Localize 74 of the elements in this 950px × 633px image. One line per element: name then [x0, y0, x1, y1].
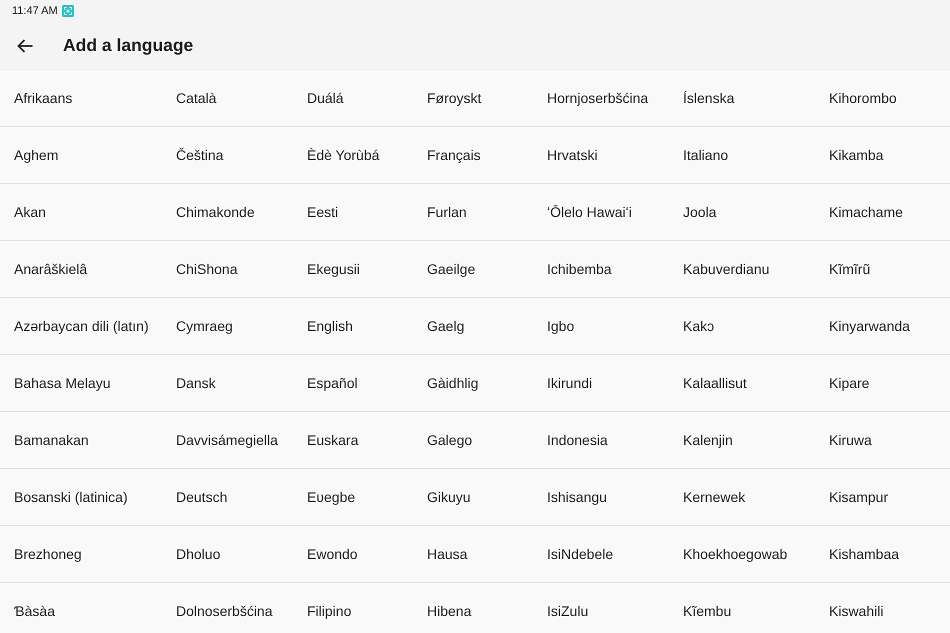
language-item[interactable]: Aghem — [0, 127, 162, 184]
language-item[interactable]: Kihorombo — [815, 70, 950, 127]
language-item[interactable]: Cymraeg — [162, 298, 293, 355]
language-item[interactable]: Anarâškielâ — [0, 241, 162, 298]
language-item[interactable]: Kipare — [815, 355, 950, 412]
language-item[interactable]: Ɓàsàa — [0, 583, 162, 633]
language-item[interactable]: Azərbaycan dili (latın) — [0, 298, 162, 355]
language-item[interactable]: Èdè Yorùbá — [293, 127, 413, 184]
language-item[interactable]: Kalaallisut — [669, 355, 815, 412]
language-item[interactable]: Furlan — [413, 184, 533, 241]
language-item[interactable]: Kiruwa — [815, 412, 950, 469]
language-item[interactable]: IsiZulu — [533, 583, 669, 633]
language-item[interactable]: Kiswahili — [815, 583, 950, 633]
status-time: 11:47 AM — [12, 6, 58, 16]
language-item[interactable]: Kinyarwanda — [815, 298, 950, 355]
language-item[interactable]: Duálá — [293, 70, 413, 127]
language-item[interactable]: Kikamba — [815, 127, 950, 184]
language-item[interactable]: Euskara — [293, 412, 413, 469]
language-item[interactable]: English — [293, 298, 413, 355]
language-item[interactable]: Afrikaans — [0, 70, 162, 127]
language-item[interactable]: Ekegusii — [293, 241, 413, 298]
language-item[interactable]: Íslenska — [669, 70, 815, 127]
language-item[interactable]: Català — [162, 70, 293, 127]
language-item[interactable]: Kabuverdianu — [669, 241, 815, 298]
language-item[interactable]: Čeština — [162, 127, 293, 184]
language-item[interactable]: Gaeilge — [413, 241, 533, 298]
language-item[interactable]: Kimachame — [815, 184, 950, 241]
language-item[interactable]: Galego — [413, 412, 533, 469]
language-item[interactable]: IsiNdebele — [533, 526, 669, 583]
language-item[interactable]: Dansk — [162, 355, 293, 412]
language-item[interactable]: Kĩmĩrũ — [815, 241, 950, 298]
language-item[interactable]: Indonesia — [533, 412, 669, 469]
language-item[interactable]: Bosanski (latinica) — [0, 469, 162, 526]
language-item[interactable]: Bamanakan — [0, 412, 162, 469]
language-item[interactable]: Kernewek — [669, 469, 815, 526]
language-item[interactable]: Dolnoserbšćina — [162, 583, 293, 633]
language-item[interactable]: Gàidhlig — [413, 355, 533, 412]
language-item[interactable]: Hausa — [413, 526, 533, 583]
language-item[interactable]: Eesti — [293, 184, 413, 241]
language-item[interactable]: Español — [293, 355, 413, 412]
language-item[interactable]: Hrvatski — [533, 127, 669, 184]
language-item[interactable]: Kisampur — [815, 469, 950, 526]
language-item[interactable]: Hibena — [413, 583, 533, 633]
language-item[interactable]: Joola — [669, 184, 815, 241]
language-item[interactable]: Føroyskt — [413, 70, 533, 127]
language-item[interactable]: Brezhoneg — [0, 526, 162, 583]
language-item[interactable]: Hornjoserbšćina — [533, 70, 669, 127]
language-item[interactable]: Ichibemba — [533, 241, 669, 298]
language-item[interactable]: Kalenjin — [669, 412, 815, 469]
back-arrow-icon[interactable] — [17, 38, 33, 52]
language-item[interactable]: Igbo — [533, 298, 669, 355]
language-item[interactable]: Kĩembu — [669, 583, 815, 633]
language-item[interactable]: Italiano — [669, 127, 815, 184]
language-item[interactable]: Bahasa Melayu — [0, 355, 162, 412]
language-item[interactable]: ʻŌlelo Hawaiʻi — [533, 184, 669, 241]
language-item[interactable]: Eʋegbe — [293, 469, 413, 526]
language-item[interactable]: Gikuyu — [413, 469, 533, 526]
language-item[interactable]: Khoekhoegowab — [669, 526, 815, 583]
language-item[interactable]: Dholuo — [162, 526, 293, 583]
page-title: Add a language — [63, 35, 194, 56]
language-item[interactable]: ChiShona — [162, 241, 293, 298]
language-item[interactable]: Davvisámegiella — [162, 412, 293, 469]
language-item[interactable]: Ishisangu — [533, 469, 669, 526]
frame-corners-icon — [62, 5, 74, 17]
language-item[interactable]: Ewondo — [293, 526, 413, 583]
language-item[interactable]: Filipino — [293, 583, 413, 633]
language-item[interactable]: Gaelg — [413, 298, 533, 355]
language-item[interactable]: Akan — [0, 184, 162, 241]
language-item[interactable]: Français — [413, 127, 533, 184]
language-item[interactable]: Kakɔ — [669, 298, 815, 355]
language-item[interactable]: Ikirundi — [533, 355, 669, 412]
language-item[interactable]: Kishambaa — [815, 526, 950, 583]
language-item[interactable]: Chimakonde — [162, 184, 293, 241]
language-item[interactable]: Deutsch — [162, 469, 293, 526]
